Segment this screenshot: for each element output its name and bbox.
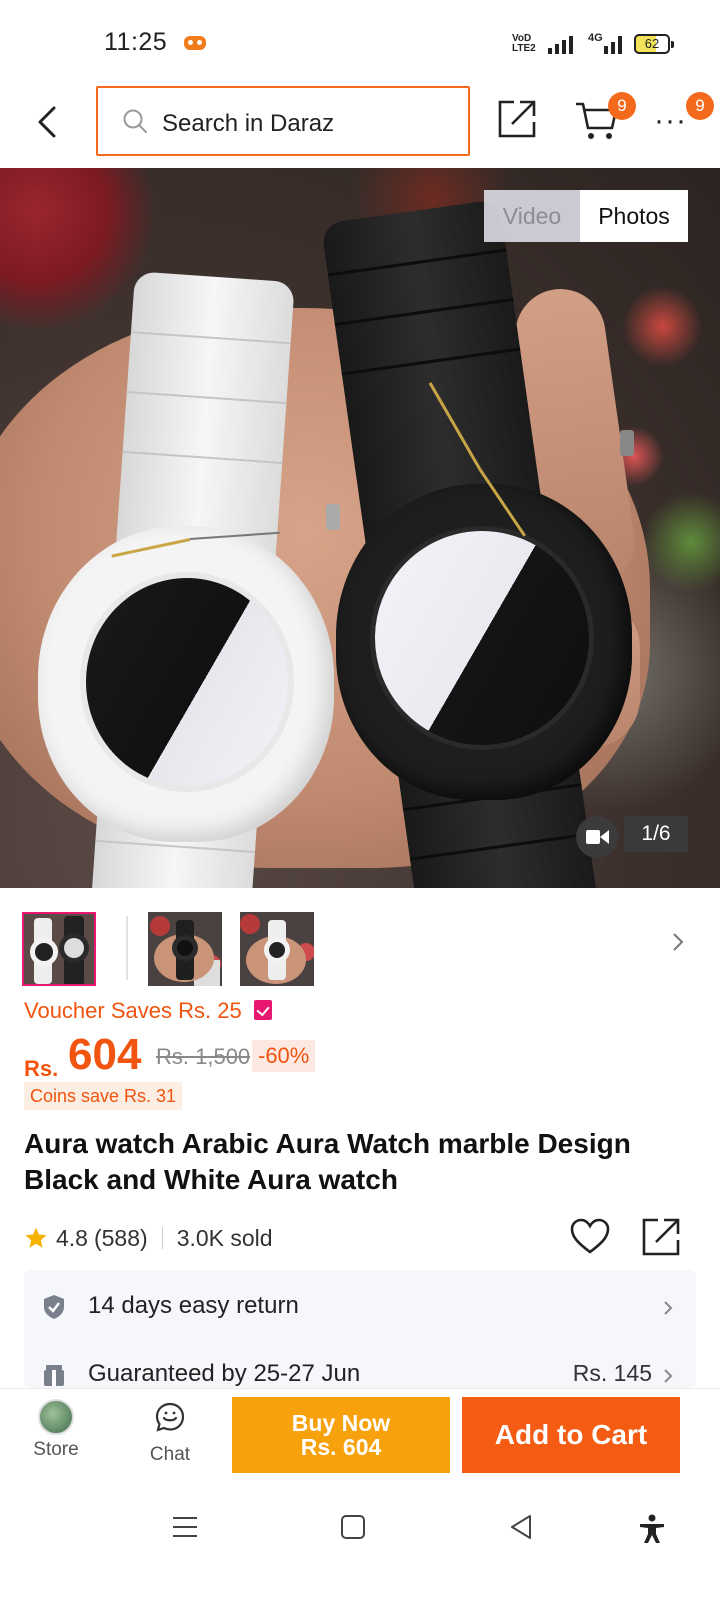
more-options-icon[interactable]: ···: [654, 104, 687, 138]
chat-button[interactable]: Chat: [142, 1399, 198, 1466]
store-avatar: [38, 1399, 74, 1435]
thumbnail-strip: [0, 898, 720, 992]
chat-label: Chat: [149, 1444, 191, 1465]
store-button[interactable]: Store: [24, 1399, 88, 1461]
add-to-cart-button[interactable]: Add to Cart: [462, 1397, 680, 1473]
delivery-fee: Rs. 145: [572, 1360, 652, 1386]
signal-icon: [548, 34, 576, 54]
share-icon[interactable]: [496, 98, 538, 140]
tab-photos[interactable]: Photos: [580, 190, 688, 242]
voucher-icon: [254, 1000, 272, 1020]
menu-icon[interactable]: [172, 1514, 198, 1540]
chat-bubble-icon: [155, 1402, 185, 1432]
wishlist-heart-icon[interactable]: [570, 1218, 610, 1256]
delivery-box-icon: [44, 1365, 64, 1386]
price-current: 604: [68, 1030, 142, 1079]
sold-count: 3.0K sold: [176, 1224, 273, 1251]
search-input[interactable]: Search in Daraz: [96, 86, 470, 156]
star-icon: [25, 1227, 47, 1248]
voucher-text[interactable]: Voucher Saves Rs. 25: [24, 998, 242, 1024]
network-type: 4G: [588, 32, 603, 44]
tab-video[interactable]: Video: [484, 190, 580, 242]
discount-badge: -60%: [252, 1040, 316, 1072]
chevron-right-icon: [664, 1369, 673, 1383]
back-arrow-icon[interactable]: [34, 102, 62, 142]
black-watch-dial: [370, 526, 594, 750]
white-watch-dial: [80, 572, 294, 792]
video-camera-icon[interactable]: [576, 816, 618, 858]
bottom-action-bar: Store Chat Buy Now Rs. 604 Add to Cart: [0, 1388, 720, 1486]
thumbnail-2[interactable]: [148, 912, 222, 986]
product-title: Aura watch Arabic Aura Watch marble Desi…: [24, 1128, 631, 1195]
home-square-icon[interactable]: [340, 1514, 366, 1540]
back-triangle-icon[interactable]: [508, 1514, 534, 1540]
chevron-right-icon[interactable]: [672, 932, 684, 952]
accessibility-icon[interactable]: [638, 1514, 666, 1544]
price-currency: Rs.: [24, 1056, 59, 1081]
rating-row[interactable]: 4.8 (588) 3.0K sold: [24, 1218, 273, 1258]
battery-icon: 62: [634, 34, 674, 54]
price-original: Rs. 1,500: [156, 1044, 251, 1069]
image-counter: 1/6: [624, 816, 688, 852]
game-mode-icon: [184, 36, 206, 50]
thumbnail-3[interactable]: [240, 912, 314, 986]
rating-value: 4.8: [56, 1224, 88, 1251]
top-nav: Search in Daraz 9 ··· 9: [0, 80, 720, 168]
buy-now-label: Buy Now: [291, 1410, 391, 1436]
buy-now-button[interactable]: Buy Now Rs. 604: [232, 1397, 450, 1473]
search-icon: [123, 109, 147, 133]
product-image[interactable]: Video Photos 1/6: [0, 168, 720, 888]
system-navigation-bar: [0, 1486, 720, 1600]
status-time: 11:25: [104, 28, 168, 56]
search-placeholder: Search in Daraz: [162, 110, 335, 137]
return-policy-text: 14 days easy return: [88, 1292, 299, 1319]
service-info-card: 14 days easy return Guaranteed by 25-27 …: [24, 1270, 696, 1388]
signal-icon-2: [604, 34, 626, 54]
buy-now-price: Rs. 604: [300, 1434, 382, 1460]
volte-icon: VoD LTE2: [512, 33, 536, 54]
thumbnail-1[interactable]: [22, 912, 96, 986]
shield-check-icon: [44, 1295, 64, 1319]
status-bar: 11:25 VoD LTE2 4G 62: [0, 0, 720, 80]
share-icon[interactable]: [640, 1216, 682, 1258]
review-count: (588): [93, 1224, 148, 1251]
cart-count-badge: 9: [608, 92, 636, 120]
more-count-badge: 9: [686, 92, 714, 120]
media-toggle: Video Photos: [484, 190, 688, 242]
return-policy-row[interactable]: 14 days easy return: [24, 1272, 696, 1338]
delivery-text: Guaranteed by 25-27 Jun: [88, 1360, 361, 1387]
store-label: Store: [33, 1439, 79, 1460]
chevron-right-icon: [664, 1301, 673, 1315]
delivery-row[interactable]: Guaranteed by 25-27 Jun Rs. 145: [24, 1340, 696, 1388]
coins-badge: Coins save Rs. 31: [24, 1082, 183, 1110]
